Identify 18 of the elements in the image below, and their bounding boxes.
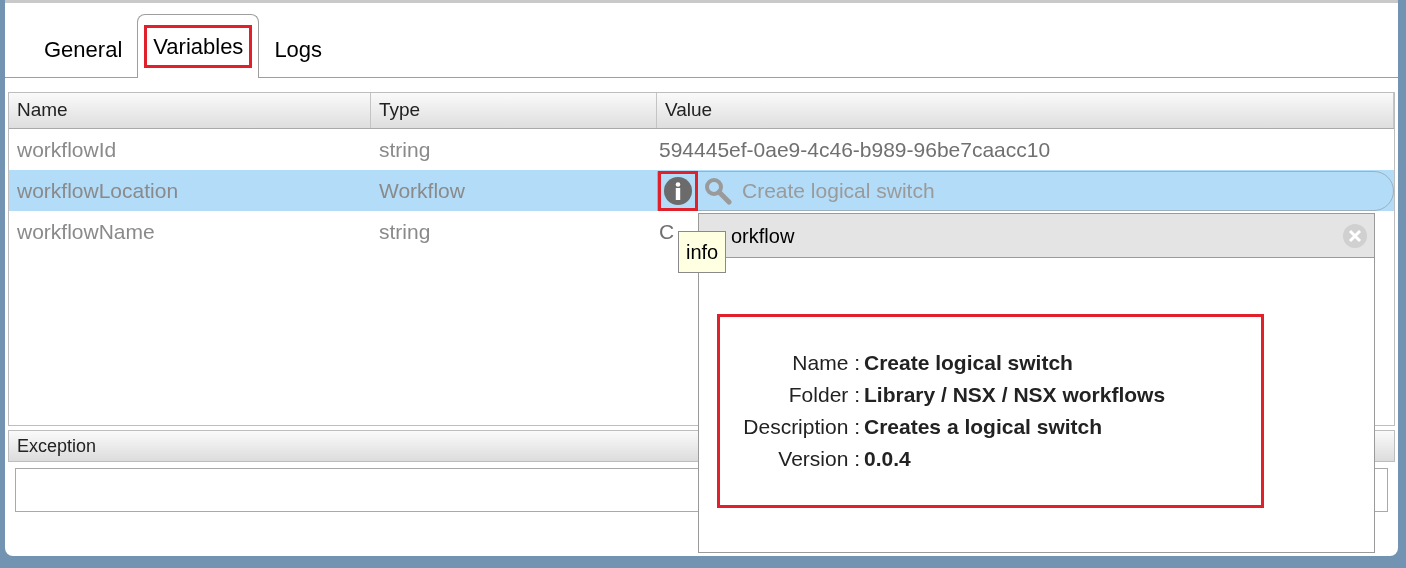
field-label: Folder :: [787, 382, 861, 408]
table-cell: 594445ef-0ae9-4c46-b989-96be7caacc10: [659, 137, 1051, 161]
table-cell-text: workflowName: [16, 218, 156, 245]
value-text: Create logical switch: [742, 177, 935, 204]
tab-label: Logs: [273, 35, 324, 64]
table-cell-text: Workflow: [378, 177, 466, 204]
table-cell-text: string: [378, 218, 432, 245]
highlighted-label: Variables: [144, 25, 253, 68]
field-label: Name :: [791, 350, 861, 376]
popup-title: orkflow: [731, 223, 796, 249]
tab-label: General: [43, 35, 124, 64]
table-cell: C: [659, 219, 675, 243]
table-cell-text: workflowId: [16, 136, 118, 163]
table-cell-text: workflowLocation: [16, 177, 180, 204]
field-value: Library / NSX / NSX workflows: [864, 382, 1166, 408]
table-cell-text: string: [378, 136, 432, 163]
tooltip: info: [678, 231, 727, 273]
field-value: Create logical switch: [864, 350, 1073, 376]
